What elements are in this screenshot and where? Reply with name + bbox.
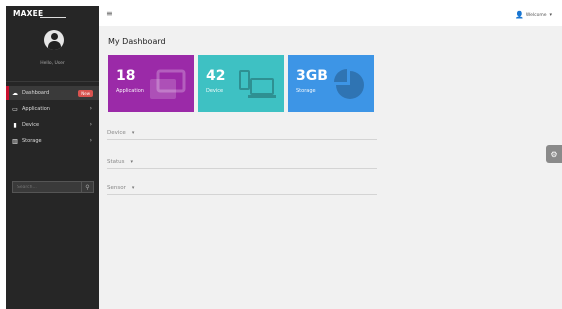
device-icon	[239, 70, 276, 98]
search-input[interactable]	[13, 182, 81, 192]
user-icon: 👤	[515, 11, 524, 19]
device-dropdown[interactable]: Device ▾	[107, 126, 377, 140]
page-title: My Dashboard	[108, 37, 166, 46]
sidebar-item-label: Application	[22, 106, 50, 112]
sidebar-divider	[6, 81, 99, 82]
dashboard-icon: ☁	[12, 89, 18, 97]
chevron-right-icon: ›	[89, 105, 92, 112]
new-badge: New	[78, 89, 93, 97]
caret-down-icon: ▾	[549, 12, 552, 18]
sidebar-item-application[interactable]: ▭ Application ›	[6, 102, 99, 116]
tile-label: Storage	[296, 88, 316, 94]
tile-value: 42	[206, 68, 226, 84]
device-icon: ▮	[13, 121, 17, 129]
apps-icon: ▭	[12, 105, 18, 113]
chevron-down-icon: ▾	[131, 184, 135, 191]
tile-application[interactable]: 18 Application	[108, 55, 194, 112]
user-menu[interactable]: 👤 Welcome ▾	[515, 11, 552, 19]
tile-value: 3GB	[296, 68, 328, 84]
brand-underline	[40, 17, 66, 18]
chevron-down-icon: ▾	[130, 158, 134, 165]
user-menu-label: Welcome	[525, 12, 547, 18]
tile-value: 18	[116, 68, 136, 84]
sidebar-search: ⚲	[12, 181, 94, 193]
avatar-head	[50, 33, 58, 40]
sidebar-item-label: Device	[22, 122, 40, 128]
sidebar-item-label: Dashboard	[22, 90, 50, 96]
dropdown-label: Status	[107, 158, 125, 165]
tile-label: Device	[206, 88, 224, 94]
sidebar-item-storage[interactable]: ▥ Storage ›	[6, 134, 99, 148]
chevron-right-icon: ›	[89, 121, 92, 128]
application-icon	[150, 69, 186, 99]
brand-logo[interactable]: MAXEE	[13, 9, 43, 18]
storage-icon: ▥	[12, 137, 18, 145]
sensor-dropdown[interactable]: Sensor ▾	[107, 181, 377, 195]
dropdown-label: Device	[107, 129, 126, 136]
main-content: My Dashboard 18 Application 42 Device 3G…	[99, 26, 562, 309]
tile-storage[interactable]: 3GB Storage	[288, 55, 374, 112]
tile-label: Application	[116, 88, 144, 94]
tile-device[interactable]: 42 Device	[198, 55, 284, 112]
sidebar-item-device[interactable]: ▮ Device ›	[6, 118, 99, 132]
pie-chart-icon	[334, 69, 364, 99]
avatar-body	[47, 41, 61, 50]
dropdown-label: Sensor	[107, 184, 126, 191]
search-icon[interactable]: ⚲	[81, 182, 93, 192]
avatar[interactable]	[44, 30, 64, 50]
chevron-right-icon: ›	[89, 137, 92, 144]
sidebar-item-label: Storage	[22, 138, 42, 144]
sidebar-item-dashboard[interactable]: ☁ Dashboard New	[6, 86, 99, 100]
status-dropdown[interactable]: Status ▾	[107, 155, 377, 169]
user-caption: Hello, User	[40, 61, 65, 66]
settings-gear-icon[interactable]: ⚙	[546, 145, 562, 163]
chevron-down-icon: ▾	[131, 129, 135, 136]
top-bar: ≡ 👤 Welcome ▾	[99, 6, 562, 26]
menu-icon[interactable]: ≡	[106, 9, 113, 18]
sidebar: MAXEE Hello, User ☁ Dashboard New ▭ Appl…	[6, 6, 99, 309]
